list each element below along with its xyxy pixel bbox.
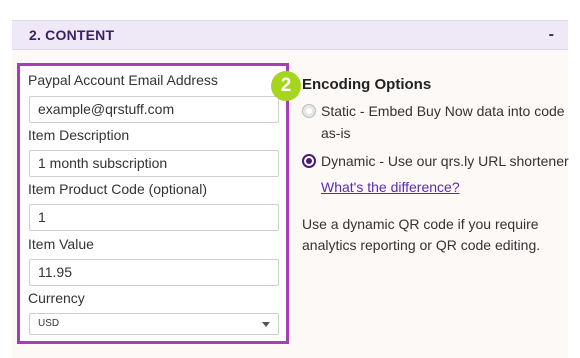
static-radio[interactable] [302,104,316,118]
whats-the-difference-link[interactable]: What's the difference? [321,179,460,195]
item-value-field[interactable]: 11.95 [29,259,279,286]
product-code-field[interactable]: 1 [29,204,279,231]
collapse-toggle[interactable]: - [549,26,554,44]
page: 2. CONTENT - Paypal Account Email Addres… [0,0,580,358]
dynamic-info-text: Use a dynamic QR code if you require ana… [302,214,552,256]
static-option-label[interactable]: Static - Embed Buy Now data into code as… [321,100,565,144]
static-option-line-1: Static - Embed Buy Now data into code [321,103,565,119]
email-field[interactable]: example@qrstuff.com [29,96,279,123]
product-code-label: Item Product Code (optional) [28,181,207,197]
item-value-label: Item Value [28,236,94,252]
info-line-2: analytics reporting or QR code editing. [302,237,541,253]
content-section-header[interactable]: 2. CONTENT - [12,20,568,50]
dynamic-option-label[interactable]: Dynamic - Use our qrs.ly URL shortener [321,150,569,172]
step-number-badge: 2 [271,71,301,101]
description-field[interactable]: 1 month subscription [29,150,279,177]
currency-label: Currency [28,290,85,306]
description-label: Item Description [28,127,130,143]
info-line-1: Use a dynamic QR code if you require [302,216,539,232]
email-label: Paypal Account Email Address [28,72,218,88]
chevron-down-icon [262,321,270,327]
dynamic-radio[interactable] [302,154,316,168]
currency-select[interactable]: USD [29,313,279,335]
section-title: 2. CONTENT [29,27,115,43]
static-option-line-2: as-is [321,125,351,141]
item-form-panel: Paypal Account Email Address example@qrs… [17,63,289,344]
encoding-options-title: Encoding Options [302,76,432,93]
currency-selected-value: USD [38,318,60,329]
